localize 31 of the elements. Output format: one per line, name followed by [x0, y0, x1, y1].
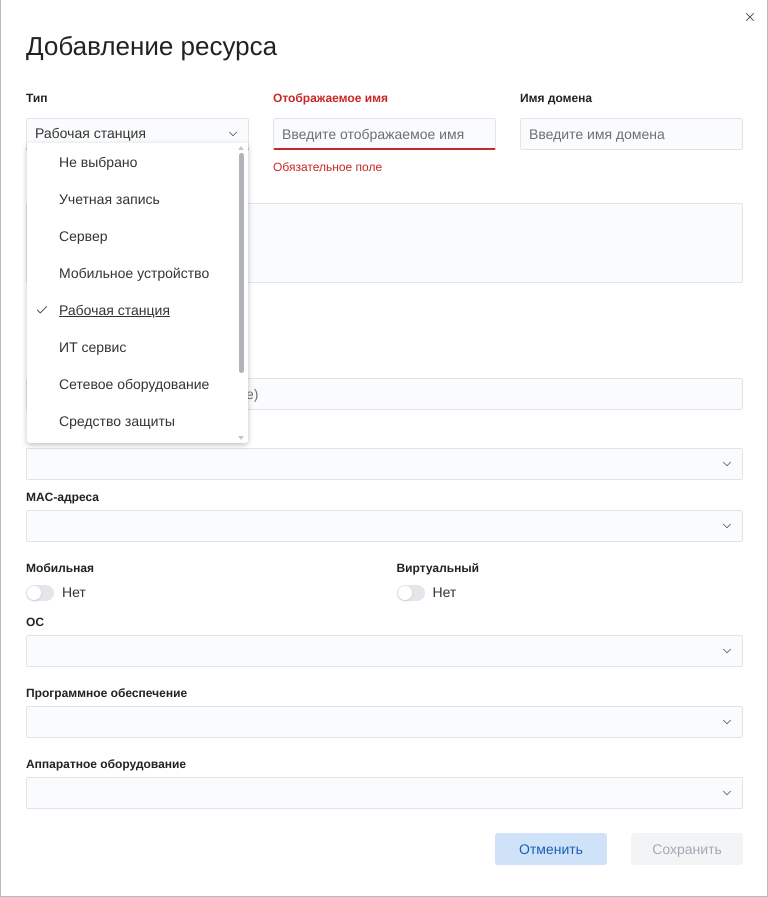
dropdown-option[interactable]: Учетная запись — [27, 180, 238, 217]
error-message: Обязательное поле — [273, 159, 384, 176]
select-field[interactable] — [26, 777, 743, 809]
toggle-switch[interactable] — [26, 584, 54, 600]
field-label: Имя домена — [520, 90, 594, 106]
field-label: ОС — [26, 614, 45, 630]
scroll-up-arrow-icon[interactable] — [237, 145, 245, 151]
select-field[interactable] — [26, 635, 743, 667]
dropdown-option[interactable]: Рабочая станция — [27, 291, 238, 328]
dialog-title: Добавление ресурса — [26, 30, 278, 63]
text-input[interactable]: Введите имя домена — [520, 118, 743, 150]
select-field[interactable] — [26, 448, 743, 480]
text-input[interactable]: Введите отображаемое имя — [273, 118, 496, 150]
toggle-state: Нет — [62, 583, 86, 602]
field-label: Виртуальный — [396, 560, 480, 576]
field-label: Программное обеспечение — [26, 685, 188, 701]
select-field[interactable] — [26, 706, 743, 738]
dropdown-option[interactable]: Мобильное устройство — [27, 254, 238, 291]
field-label: Аппаратное оборудование — [26, 756, 188, 772]
select-field[interactable] — [26, 510, 743, 542]
field-label: Мобильная — [26, 560, 96, 576]
scroll-down-arrow-icon[interactable] — [237, 435, 245, 441]
dropdown-option[interactable]: ИТ сервис — [27, 328, 238, 365]
toggle-state: Нет — [432, 583, 456, 602]
field-label: Отображаемое имя — [273, 90, 389, 106]
close-icon — [743, 10, 757, 24]
field-label: MAC-адреса — [26, 489, 100, 505]
cancel-button[interactable]: Отменить — [495, 833, 607, 865]
dropdown-option[interactable]: Сервер — [27, 217, 238, 254]
field-label: Тип — [26, 90, 48, 106]
toggle-switch[interactable] — [396, 584, 424, 600]
